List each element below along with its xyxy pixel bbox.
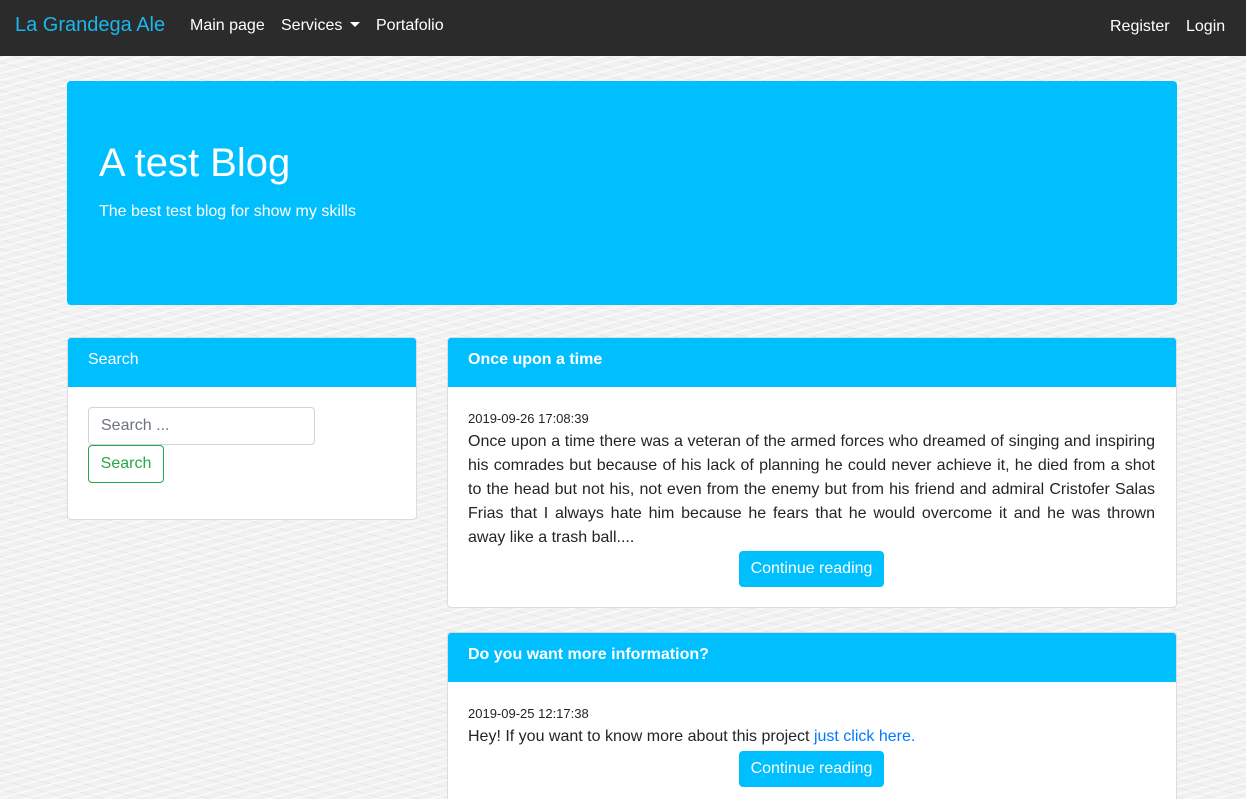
post-title: Once upon a time (448, 338, 1176, 387)
chevron-down-icon (350, 22, 361, 27)
nav-services-label: Services (281, 17, 343, 34)
page-subtitle: The best test blog for show my skills (99, 203, 356, 220)
login-link[interactable]: Login (1186, 18, 1225, 36)
continue-reading-button[interactable]: Continue reading (739, 551, 884, 587)
page-title: A test Blog (99, 141, 291, 185)
search-card-title: Search (68, 338, 416, 387)
search-card: Search Search (67, 337, 417, 520)
post-body: Hey! If you want to know more about this… (468, 725, 1155, 749)
more-info-link[interactable]: just click here. (814, 728, 915, 745)
top-navbar: La Grandega Ale Main page Services Porta… (0, 0, 1246, 56)
post-body-text: Hey! If you want to know more about this… (468, 728, 814, 745)
nav-portafolio[interactable]: Portafolio (376, 17, 444, 35)
brand-link[interactable]: La Grandega Ale (15, 14, 165, 37)
search-input[interactable] (88, 407, 315, 445)
nav-services-dropdown[interactable]: Services (281, 17, 361, 35)
post-date: 2019-09-26 17:08:39 (468, 411, 589, 426)
post-title: Do you want more information? (448, 633, 1176, 682)
post-card: Once upon a time 2019-09-26 17:08:39 Onc… (447, 337, 1177, 608)
post-date: 2019-09-25 12:17:38 (468, 706, 589, 721)
post-card: Do you want more information? 2019-09-25… (447, 632, 1177, 799)
search-button[interactable]: Search (88, 445, 164, 483)
hero-jumbotron: A test Blog The best test blog for show … (67, 81, 1177, 305)
continue-reading-button[interactable]: Continue reading (739, 751, 884, 787)
post-body: Once upon a time there was a veteran of … (468, 433, 1155, 546)
nav-main-page[interactable]: Main page (190, 17, 265, 35)
register-link[interactable]: Register (1110, 18, 1170, 36)
